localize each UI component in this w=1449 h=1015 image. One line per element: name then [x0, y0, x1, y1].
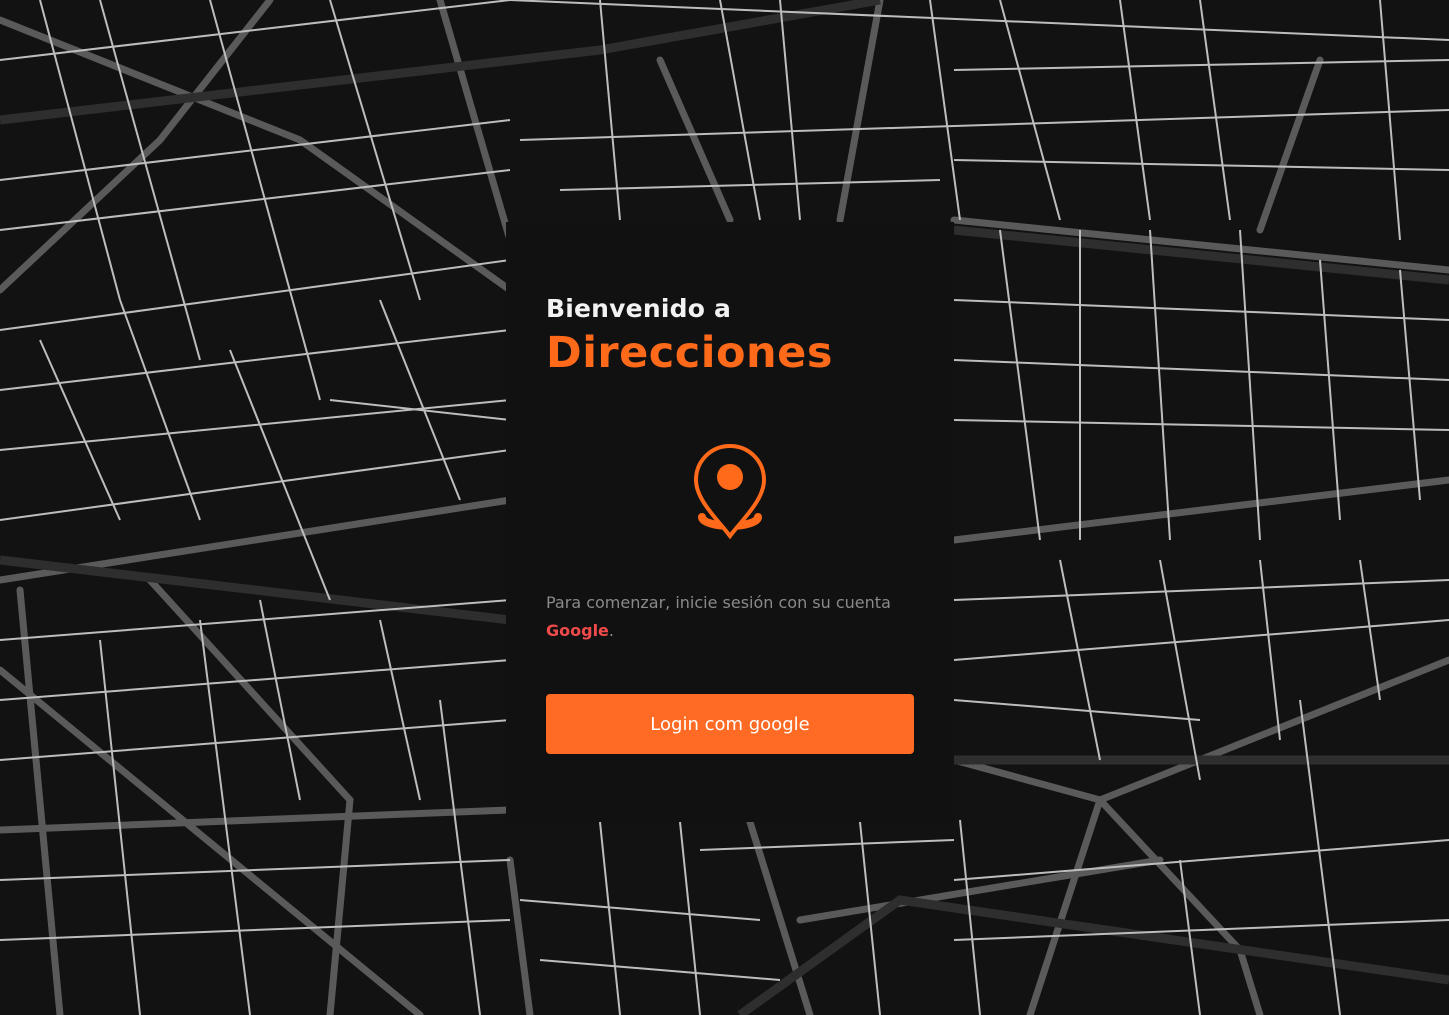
login-google-button[interactable]: Login com google [546, 694, 914, 754]
instruction-message: Para comenzar, inicie sesión con su cuen… [546, 593, 891, 612]
instruction-text: Para comenzar, inicie sesión con su cuen… [546, 589, 916, 645]
app-title: Direcciones [546, 328, 833, 378]
login-card: Bienvenido a Direcciones Para comenzar, … [506, 222, 954, 822]
instruction-suffix: . [608, 621, 614, 640]
google-link[interactable]: Google [546, 621, 609, 640]
welcome-heading: Bienvenido a [546, 294, 732, 323]
map-pin-icon [686, 442, 774, 554]
